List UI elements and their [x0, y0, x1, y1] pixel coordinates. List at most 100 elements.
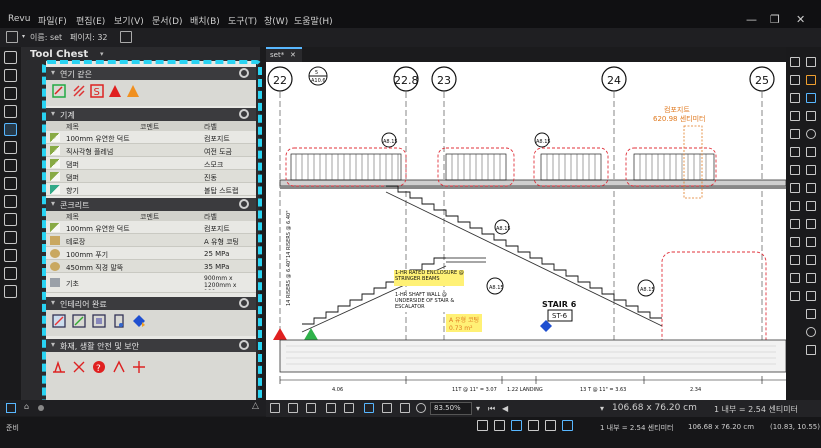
markup-box-icon[interactable]: [52, 84, 66, 98]
bookmarks-icon[interactable]: [4, 69, 17, 82]
reuse-icon[interactable]: [545, 420, 556, 431]
table-row[interactable]: 기초 900mm x 1200mm x 180...: [46, 273, 256, 293]
menu-edit[interactable]: 편집(E): [76, 14, 105, 27]
gear-icon[interactable]: [239, 199, 249, 209]
table-row[interactable]: 직사각형 플레넘 여전 도금: [46, 144, 256, 157]
length-icon[interactable]: [806, 291, 816, 301]
count-icon[interactable]: [790, 291, 800, 301]
table-row[interactable]: 댐퍼 스모크: [46, 157, 256, 170]
table-row[interactable]: 댐퍼 진동: [46, 170, 256, 183]
red-triangle-icon[interactable]: [108, 84, 122, 98]
menu-batch[interactable]: 배치(B): [190, 14, 220, 27]
prev-page-icon[interactable]: ◀: [502, 404, 508, 413]
rotate-icon[interactable]: [344, 403, 354, 413]
menu-document[interactable]: 문서(D): [152, 14, 183, 27]
menu-file[interactable]: 파일(F): [38, 14, 67, 27]
dimension-tool-icon[interactable]: [790, 93, 800, 103]
chevron-down-icon[interactable]: ▾: [100, 50, 104, 58]
crop-icon[interactable]: [806, 201, 816, 211]
thumbnails-icon[interactable]: [4, 51, 17, 64]
measure-icon[interactable]: [790, 165, 800, 175]
grid-view-icon[interactable]: [306, 403, 316, 413]
smoke-s-icon[interactable]: S: [90, 84, 104, 98]
restore-icon[interactable]: ❐: [770, 13, 780, 26]
markup-snap-icon[interactable]: [528, 420, 539, 431]
callout-icon[interactable]: [806, 147, 816, 157]
gear-icon[interactable]: [239, 109, 249, 119]
page-icon[interactable]: [120, 31, 132, 43]
pen-icon[interactable]: [806, 93, 816, 103]
list-view-icon[interactable]: [6, 403, 16, 413]
note-icon[interactable]: [790, 75, 800, 85]
user-icon[interactable]: [806, 165, 816, 175]
ellipse-icon[interactable]: [806, 129, 816, 139]
section-header-mechanical[interactable]: ▾ 기계: [46, 108, 256, 121]
gear-icon[interactable]: [239, 68, 249, 78]
text-box-icon[interactable]: [806, 57, 816, 67]
circle-icon[interactable]: [806, 327, 816, 337]
table-row[interactable]: 향기 볼탑 스트랩: [46, 183, 256, 196]
menu-window[interactable]: 창(W): [264, 14, 288, 27]
gear-icon[interactable]: [239, 298, 249, 308]
line-icon[interactable]: [806, 219, 816, 229]
finish-tool-icon[interactable]: [72, 314, 86, 328]
studio-icon[interactable]: [4, 177, 17, 190]
table-row[interactable]: 테로장 A 유형 코팅: [46, 234, 256, 247]
close-icon[interactable]: ✕: [796, 13, 805, 26]
fire-tool-icon[interactable]: [72, 360, 86, 374]
section-header-smoke[interactable]: ▾ 연기 같은: [46, 67, 256, 80]
properties-icon[interactable]: [4, 141, 17, 154]
help-marker-icon[interactable]: ?: [92, 360, 106, 374]
grid-toggle-icon[interactable]: [477, 420, 488, 431]
signatures-icon[interactable]: [4, 159, 17, 172]
area-icon[interactable]: [790, 183, 800, 193]
select-icon[interactable]: [382, 403, 392, 413]
settings-icon[interactable]: [790, 219, 800, 229]
line-tool-icon[interactable]: [790, 111, 800, 121]
content-snap-icon[interactable]: [511, 420, 522, 431]
snap-toggle-icon[interactable]: [494, 420, 505, 431]
triangle-icon[interactable]: △: [252, 401, 259, 411]
drawing-canvas[interactable]: 22 22.8 23 24 25 5 A10.6 컴포지트 620.98 센티미…: [266, 62, 786, 400]
orange-triangle-icon[interactable]: [126, 84, 140, 98]
tab-set[interactable]: set* ✕: [266, 47, 302, 62]
single-page-icon[interactable]: [270, 403, 280, 413]
menu-help[interactable]: 도움말(H): [294, 14, 333, 27]
markup-list-icon[interactable]: [4, 231, 17, 244]
dropdown-chevron-icon[interactable]: ▾: [22, 33, 25, 40]
snap-icon[interactable]: [326, 403, 336, 413]
fire-tool-icon[interactable]: [52, 360, 66, 374]
tool-chest-icon[interactable]: [4, 123, 17, 136]
document-icon[interactable]: [6, 31, 18, 43]
table-row[interactable]: 100mm 푸기 25 MPa: [46, 247, 256, 260]
section-header-fire-safety[interactable]: ▾ 화재, 생활 안전 및 보안: [46, 339, 256, 352]
polyline-icon[interactable]: [790, 129, 800, 139]
arrow-icon[interactable]: [806, 237, 816, 247]
section-header-concrete[interactable]: ▾ 콘크리트: [46, 198, 256, 211]
polygon-icon[interactable]: [790, 255, 800, 265]
zoom-input[interactable]: 83.50%: [430, 402, 472, 415]
flag-icon[interactable]: [806, 345, 816, 355]
hatch-tool-icon[interactable]: [72, 84, 86, 98]
gear-icon[interactable]: [239, 340, 249, 350]
links-icon[interactable]: [4, 249, 17, 262]
sync-icon[interactable]: [562, 420, 573, 431]
highlighter-icon[interactable]: [806, 75, 816, 85]
file-access-icon[interactable]: [4, 105, 17, 118]
menu-view[interactable]: 보기(V): [114, 14, 144, 27]
finish-tool-icon[interactable]: [52, 314, 66, 328]
table-row[interactable]: 100mm 유연한 덕트 컴포지트: [46, 221, 256, 234]
finish-tool-icon[interactable]: [92, 314, 106, 328]
minimize-icon[interactable]: —: [746, 13, 757, 26]
arc-icon[interactable]: [806, 255, 816, 265]
zoom-icon[interactable]: [416, 403, 426, 413]
menu-tools[interactable]: 도구(T): [228, 14, 257, 27]
search-icon[interactable]: [4, 267, 17, 280]
sketch-icon[interactable]: [806, 273, 816, 283]
snapshot-icon[interactable]: [790, 201, 800, 211]
text-select-icon[interactable]: [400, 403, 410, 413]
finish-tool-icon[interactable]: [112, 314, 126, 328]
zoom-dropdown-icon[interactable]: ▾: [476, 404, 480, 413]
stamp-icon[interactable]: [806, 111, 816, 121]
cloud-icon[interactable]: [790, 273, 800, 283]
